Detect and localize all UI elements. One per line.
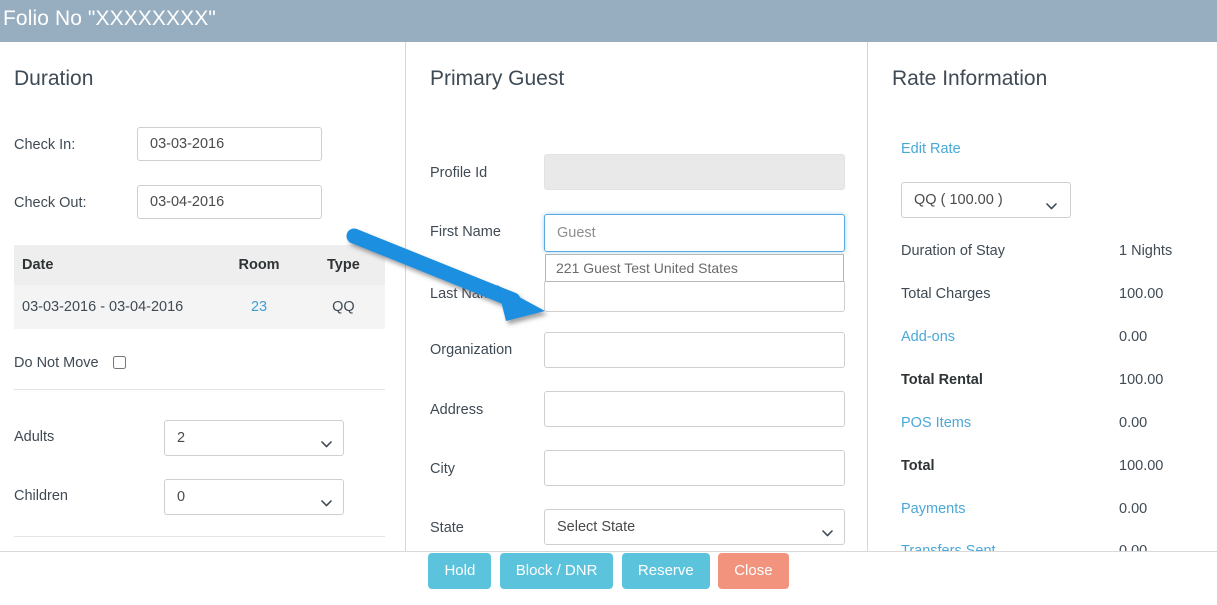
primary-guest-section-title: Primary Guest (430, 67, 565, 90)
rate-plan-select-wrap: QQ ( 100.00 ) (901, 182, 1071, 218)
rate-row-label-total-rental: Total Rental (901, 372, 983, 388)
duration-table: Date Room Type 03-03-2016 - 03-04-2016 2… (14, 245, 385, 329)
autocomplete-option[interactable]: 221 Guest Test United States (546, 255, 843, 281)
do-not-move-checkbox[interactable] (113, 356, 126, 369)
block-dnr-button[interactable]: Block / DNR (499, 553, 614, 589)
rate-row-value-transfers-sent: 0.00 (1119, 543, 1148, 552)
rate-row-label-total: Total (901, 458, 935, 474)
first-name-autocomplete-list[interactable]: 221 Guest Test United States (545, 254, 844, 282)
address-label: Address (430, 402, 484, 418)
edit-rate-link[interactable]: Edit Rate (901, 141, 961, 157)
column-header-room: Room (216, 245, 302, 285)
profile-id-label: Profile Id (430, 165, 488, 181)
rate-row-value-add-ons: 0.00 (1119, 329, 1148, 345)
rate-information-panel: Rate Information Edit Rate QQ ( 100.00 )… (867, 42, 1217, 552)
children-label: Children (14, 488, 68, 504)
duration-divider-bottom (14, 536, 385, 537)
children-select-wrap: 0 (164, 479, 344, 515)
check-in-input[interactable] (137, 127, 322, 161)
rate-row-value-total: 100.00 (1119, 458, 1164, 474)
close-button[interactable]: Close (718, 553, 789, 589)
state-select-wrap: Select State (544, 509, 845, 545)
reserve-button[interactable]: Reserve (621, 553, 710, 589)
rate-row-label-add-ons[interactable]: Add-ons (901, 329, 955, 345)
state-label: State (430, 520, 464, 536)
cell-date: 03-03-2016 - 03-04-2016 (14, 285, 217, 329)
page-title: Folio No "XXXXXXXX" (3, 7, 216, 30)
duration-panel: Duration Check In: Check Out: Date Room … (0, 42, 405, 551)
rate-row-label-transfers-sent[interactable]: Transfers Sent (901, 543, 996, 551)
do-not-move-label: Do Not Move (14, 355, 99, 371)
rate-plan-select[interactable]: QQ ( 100.00 ) (901, 182, 1071, 218)
table-row: 03-03-2016 - 03-04-2016 23 QQ (14, 285, 385, 329)
first-name-label: First Name (430, 224, 501, 240)
rate-row-value-total-charges: 100.00 (1119, 286, 1164, 302)
rate-row-value-payments: 0.00 (1119, 501, 1148, 517)
room-link[interactable]: 23 (251, 299, 267, 315)
reservation-modal: Folio No "XXXXXXXX" Duration Check In: C… (0, 0, 1217, 605)
duration-section-title: Duration (14, 67, 94, 90)
cell-type: QQ (301, 285, 385, 329)
modal-header: Folio No "XXXXXXXX" (0, 0, 1217, 42)
last-name-input[interactable] (544, 280, 845, 312)
hold-button[interactable]: Hold (428, 553, 492, 589)
modal-body: Duration Check In: Check Out: Date Room … (0, 42, 1217, 552)
organization-label: Organization (430, 342, 513, 358)
profile-id-input (544, 154, 845, 190)
rate-row-value-total-rental: 100.00 (1119, 372, 1164, 388)
rate-row-label-total-charges: Total Charges (901, 286, 991, 302)
column-header-type: Type (301, 245, 385, 285)
rate-row-label-payments[interactable]: Payments (901, 501, 965, 517)
adults-label: Adults (14, 429, 55, 445)
rate-section-title: Rate Information (892, 67, 1048, 90)
state-select[interactable]: Select State (544, 509, 845, 545)
rate-row-value-duration-of-stay: 1 Nights (1119, 243, 1173, 259)
check-out-label: Check Out: (14, 195, 87, 211)
check-in-label: Check In: (14, 137, 76, 153)
rate-row-label-duration-of-stay: Duration of Stay (901, 243, 1005, 259)
city-label: City (430, 461, 455, 477)
check-out-input[interactable] (137, 185, 322, 219)
primary-guest-panel: Primary Guest Profile Id First Name 221 … (405, 42, 867, 551)
children-select[interactable]: 0 (164, 479, 344, 515)
adults-select-wrap: 2 (164, 420, 344, 456)
duration-divider (14, 389, 385, 390)
adults-select[interactable]: 2 (164, 420, 344, 456)
modal-footer: Hold Block / DNR Reserve Close (0, 553, 1217, 605)
table-header-row: Date Room Type (14, 245, 385, 285)
address-input[interactable] (544, 391, 845, 427)
first-name-input[interactable] (544, 214, 845, 252)
cell-room: 23 (216, 285, 302, 329)
city-input[interactable] (544, 450, 845, 486)
rate-row-label-pos-items[interactable]: POS Items (901, 415, 971, 431)
column-header-date: Date (14, 245, 217, 285)
rate-row-value-pos-items: 0.00 (1119, 415, 1148, 431)
last-name-label: Last Name (430, 286, 501, 302)
organization-input[interactable] (544, 332, 845, 368)
